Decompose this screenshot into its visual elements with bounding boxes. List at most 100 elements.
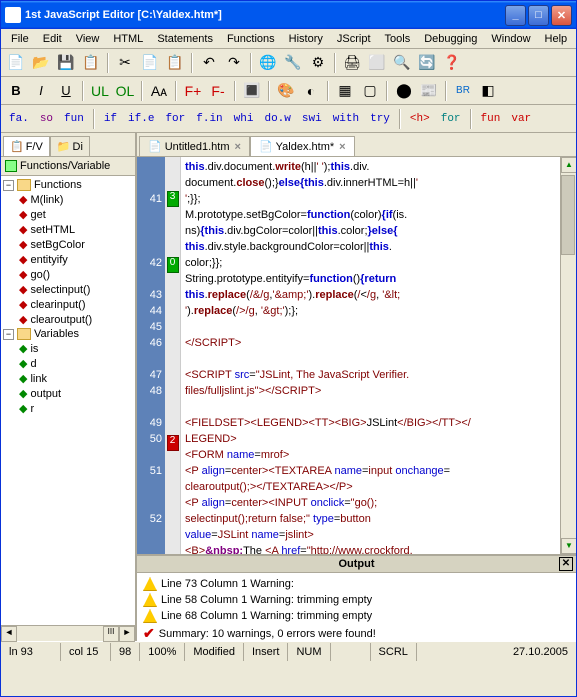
kw-for[interactable]: for (161, 111, 189, 127)
kw-for2[interactable]: for (437, 111, 465, 127)
save-icon[interactable]: 💾 (55, 52, 77, 74)
bold-button[interactable]: B (5, 80, 27, 102)
run-icon[interactable]: 🌐 (257, 52, 279, 74)
tree-var-item[interactable]: ◆r (3, 401, 133, 416)
open-icon[interactable]: 📂 (30, 52, 52, 74)
palette-icon[interactable]: 🎨 (275, 80, 297, 102)
scroll-thumb-icon[interactable]: III (103, 626, 119, 642)
bookmark-icon[interactable]: 0 (167, 257, 179, 273)
bookmark-gutter[interactable]: 3 0 2 (165, 157, 181, 554)
tree-var-item[interactable]: ◆output (3, 386, 133, 401)
new-icon[interactable]: 📄 (5, 52, 27, 74)
menu-jscript[interactable]: JScript (331, 31, 377, 47)
paste-icon[interactable]: 📋 (164, 52, 186, 74)
menu-window[interactable]: Window (485, 31, 536, 47)
scroll-left-icon[interactable]: ◄ (1, 626, 17, 642)
kw-fun[interactable]: fun (60, 111, 88, 127)
tree-fn-item[interactable]: ◆selectinput() (3, 282, 133, 297)
tree-node-functions[interactable]: −Functions (3, 178, 133, 192)
help-icon[interactable]: ❓ (441, 52, 463, 74)
menu-edit[interactable]: Edit (37, 31, 68, 47)
kw-ife[interactable]: if.e (124, 111, 158, 127)
menu-help[interactable]: Help (539, 31, 574, 47)
bullet-icon[interactable]: ⬤ (393, 80, 415, 102)
bookmark-icon[interactable]: 2 (167, 435, 179, 451)
misc-icon[interactable]: ◧ (477, 80, 499, 102)
scroll-right-icon[interactable]: ► (119, 626, 135, 642)
kw-fin[interactable]: f.in (192, 111, 226, 127)
tree-fn-item[interactable]: ◆clearoutput() (3, 312, 133, 327)
kw-whi[interactable]: whi (230, 111, 258, 127)
tab-close-icon[interactable]: × (235, 141, 241, 153)
br-button[interactable]: BR (452, 80, 474, 102)
output-summary[interactable]: ✔Summary: 10 warnings, 0 errors were fou… (143, 624, 570, 643)
sidebar-scroll[interactable]: ◄ III ► (1, 625, 135, 641)
sidebar-tab-fv[interactable]: 📋F/V (3, 136, 50, 156)
saveall-icon[interactable]: 📋 (80, 52, 102, 74)
gear-icon[interactable]: ⚙ (307, 52, 329, 74)
output-line[interactable]: Line 73 Column 1 Warning: inserting "typ… (143, 576, 570, 592)
menu-functions[interactable]: Functions (221, 31, 281, 47)
kw-fun2[interactable]: fun (477, 111, 505, 127)
tab-close-icon[interactable]: × (339, 141, 345, 153)
tree-var-item[interactable]: ◆link (3, 371, 133, 386)
tree-var-item[interactable]: ◆d (3, 356, 133, 371)
stop-icon[interactable]: ⬜ (366, 52, 388, 74)
kw-if[interactable]: if (100, 111, 121, 127)
bookmark-icon[interactable]: 3 (167, 191, 179, 207)
menu-html[interactable]: HTML (107, 31, 149, 47)
code-source[interactable]: this.div.document.write(h||' ');this.div… (181, 157, 560, 554)
tree-fn-item[interactable]: ◆clearinput() (3, 297, 133, 312)
tree-var-item[interactable]: ◆is (3, 341, 133, 356)
menu-statements[interactable]: Statements (151, 31, 219, 47)
tree-node-variables[interactable]: −Variables (3, 327, 133, 341)
tree-fn-item[interactable]: ◆entityify (3, 252, 133, 267)
editor-tab-2[interactable]: 📄Yaldex.htm*× (250, 136, 355, 156)
copy-icon[interactable]: 📄 (139, 52, 161, 74)
menu-tools[interactable]: Tools (379, 31, 417, 47)
editor-tab-1[interactable]: 📄Untitled1.htm× (139, 136, 250, 156)
kw-with[interactable]: with (329, 111, 363, 127)
find-icon[interactable]: 🔍 (391, 52, 413, 74)
menu-view[interactable]: View (70, 31, 106, 47)
kw-var[interactable]: var (507, 111, 535, 127)
tool-icon[interactable]: 🔧 (282, 52, 304, 74)
scroll-down-icon[interactable]: ▼ (561, 538, 576, 554)
scroll-thumb[interactable] (561, 175, 575, 255)
ul-button[interactable]: UL (89, 80, 111, 102)
menu-debugging[interactable]: Debugging (418, 31, 483, 47)
kw-fa[interactable]: fa. (5, 111, 33, 127)
kw-h[interactable]: <h> (406, 111, 434, 127)
ol-button[interactable]: OL (114, 80, 136, 102)
kw-dow[interactable]: do.w (260, 111, 294, 127)
kw-try[interactable]: try (366, 111, 394, 127)
menu-file[interactable]: File (5, 31, 35, 47)
tree-fn-item[interactable]: ◆go() (3, 267, 133, 282)
print-icon[interactable]: 🖨 (341, 52, 363, 74)
tree-panel[interactable]: −Functions ◆M(link)◆get◆setHTML◆setBgCol… (1, 176, 135, 625)
tree-fn-item[interactable]: ◆setBgColor (3, 237, 133, 252)
line-gutter[interactable]: 414243444546474849505152 (137, 157, 165, 554)
scroll-up-icon[interactable]: ▲ (561, 157, 576, 173)
fontinc-button[interactable]: F+ (182, 80, 204, 102)
maximize-button[interactable]: □ (528, 5, 549, 26)
app-icon[interactable]: 🔳 (241, 80, 263, 102)
minimize-button[interactable]: _ (505, 5, 526, 26)
sidebar-tab-di[interactable]: 📁Di (50, 136, 90, 156)
menu-history[interactable]: History (283, 31, 329, 47)
replace-icon[interactable]: 🔄 (416, 52, 438, 74)
output-close-icon[interactable]: ✕ (559, 557, 573, 571)
underline-button[interactable]: U (55, 80, 77, 102)
output-line[interactable]: Line 58 Column 1 Warning: trimming empty (143, 592, 570, 608)
cut-icon[interactable]: ✂ (114, 52, 136, 74)
font-icon[interactable]: Aᴀ (148, 80, 170, 102)
color-icon[interactable]: ◐ (300, 80, 322, 102)
doc-icon[interactable]: 📰 (418, 80, 440, 102)
tree-fn-item[interactable]: ◆setHTML (3, 222, 133, 237)
italic-button[interactable]: I (30, 80, 52, 102)
tree-fn-item[interactable]: ◆get (3, 207, 133, 222)
sq2-icon[interactable]: ▢ (359, 80, 381, 102)
output-line[interactable]: Line 68 Column 1 Warning: trimming empty (143, 608, 570, 624)
fontdec-button[interactable]: F- (207, 80, 229, 102)
close-button[interactable]: ✕ (551, 5, 572, 26)
